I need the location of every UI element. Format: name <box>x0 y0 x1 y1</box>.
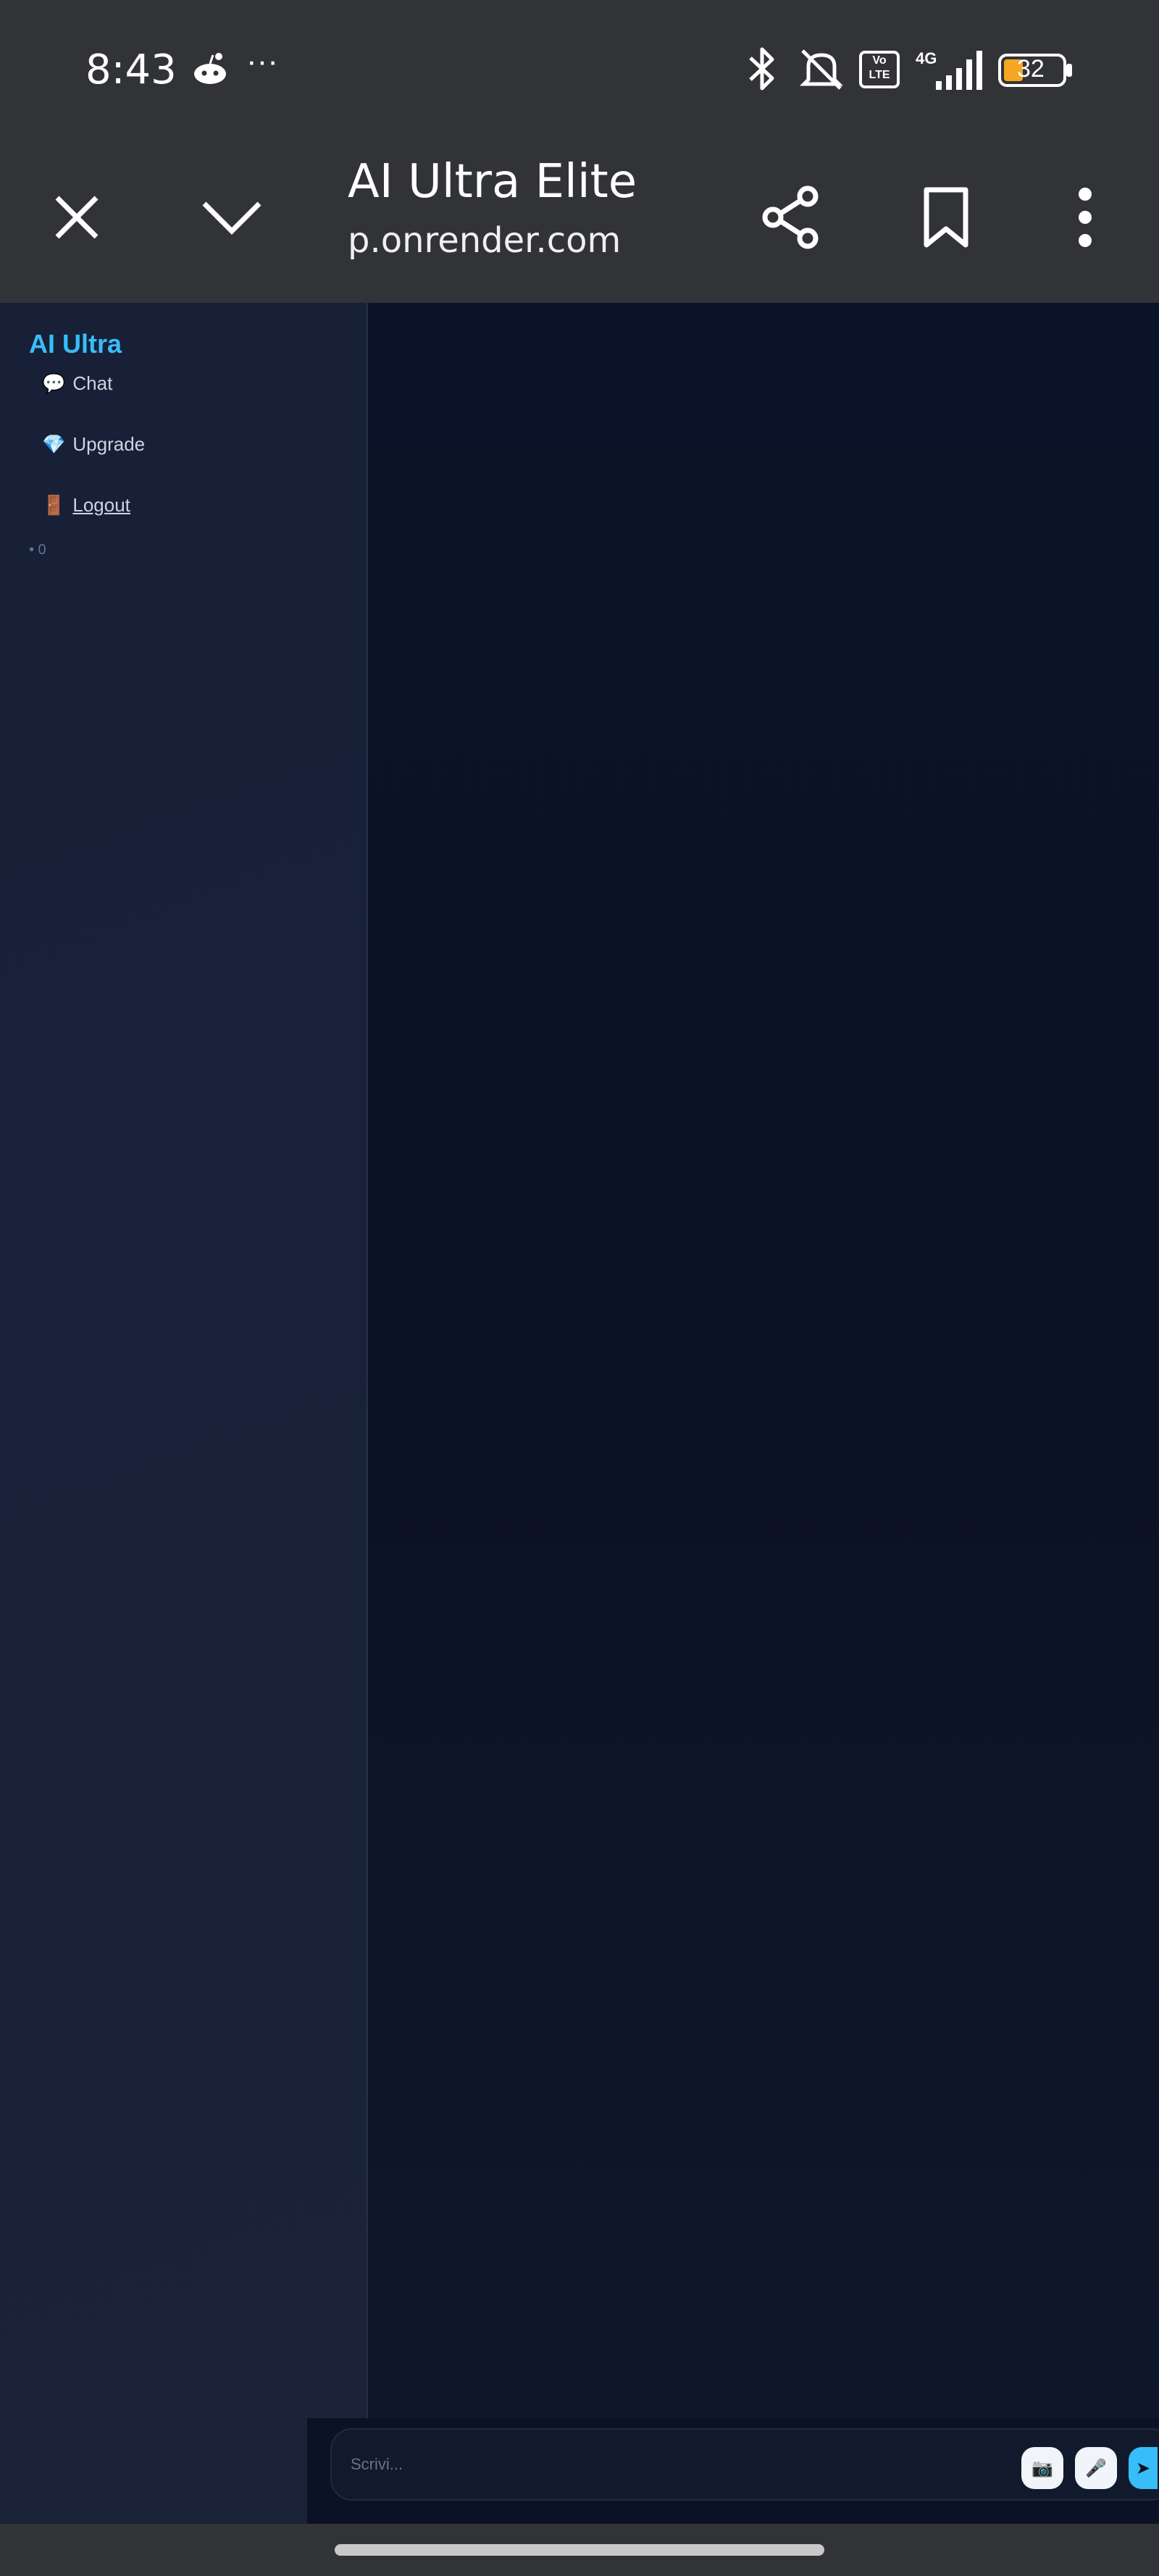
signal-icon: 4G <box>914 48 987 95</box>
microphone-icon: 🎤 <box>1085 2458 1107 2478</box>
bluetooth-icon <box>746 45 778 96</box>
message-input[interactable] <box>349 2444 1004 2485</box>
send-icon: ➤ <box>1135 2458 1151 2478</box>
chevron-down-icon <box>202 201 261 235</box>
more-vert-icon <box>1079 188 1092 247</box>
sidebar-item-chat[interactable]: 💬 Chat <box>42 372 112 395</box>
custom-tab-toolbar: AI Ultra Elite p.onrender.com <box>0 142 1159 303</box>
camera-button[interactable]: 📷 <box>1021 2447 1063 2489</box>
status-bar: 8:43 ··· Vo LTE 4G 32 <box>0 0 1159 142</box>
sidebar: AI Ultra 💬 Chat 💎 Upgrade 🚪 Logout • 0 <box>0 303 368 2433</box>
minimize-button[interactable] <box>188 174 275 261</box>
reddit-icon <box>190 49 230 93</box>
bookmark-button[interactable] <box>903 174 989 261</box>
door-icon: 🚪 <box>42 494 66 516</box>
svg-text:4G: 4G <box>916 49 937 67</box>
battery-level: 32 <box>1017 55 1045 83</box>
camera-icon: 📷 <box>1032 2458 1053 2478</box>
close-button[interactable] <box>33 174 120 261</box>
bell-muted-icon <box>795 46 848 96</box>
volte-icon: Vo LTE <box>859 51 900 88</box>
sidebar-item-label: Upgrade <box>72 433 146 455</box>
web-content: AI Ultra 💬 Chat 💎 Upgrade 🚪 Logout • 0 📷… <box>0 303 1159 2524</box>
sidebar-item-logout[interactable]: 🚪 Logout <box>42 494 130 517</box>
speech-bubble-icon: 💬 <box>42 372 66 394</box>
share-button[interactable] <box>749 174 836 261</box>
mic-button[interactable]: 🎤 <box>1075 2447 1117 2489</box>
send-button[interactable]: ➤ <box>1129 2447 1158 2489</box>
gesture-nav-bar <box>0 2524 1159 2576</box>
page-url[interactable]: p.onrender.com <box>348 220 621 261</box>
bookmark-icon <box>924 187 968 248</box>
home-handle[interactable] <box>335 2544 824 2556</box>
sidebar-item-upgrade[interactable]: 💎 Upgrade <box>42 433 145 456</box>
credits-counter: • 0 <box>29 542 46 558</box>
more-notifications-icon: ··· <box>246 43 278 79</box>
sidebar-item-label: Logout <box>72 494 130 516</box>
close-icon <box>55 196 99 239</box>
page-title: AI Ultra Elite <box>348 155 637 209</box>
clock: 8:43 <box>85 46 177 93</box>
gem-icon: 💎 <box>42 433 66 455</box>
share-icon <box>762 185 819 249</box>
menu-button[interactable] <box>1042 174 1129 261</box>
message-composer: 📷 🎤 ➤ <box>330 2428 1159 2501</box>
sidebar-item-label: Chat <box>72 372 113 394</box>
brand-title: AI Ultra <box>29 329 122 359</box>
sidebar-footer <box>0 2418 307 2524</box>
